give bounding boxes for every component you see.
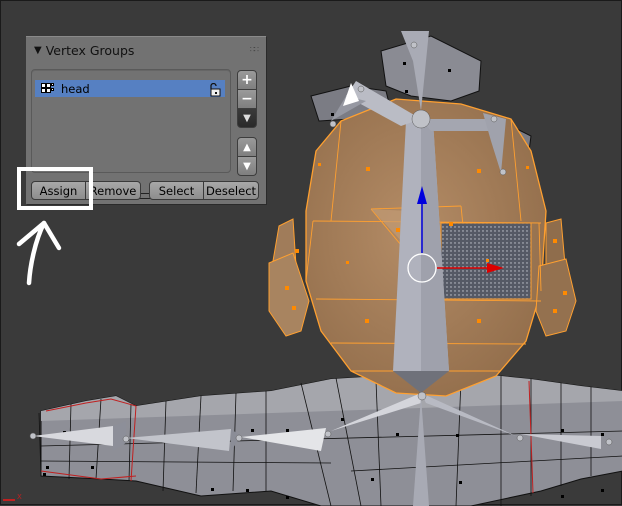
panel-title: Vertex Groups [45,42,135,58]
plus-icon: + [241,72,253,88]
remove-button[interactable]: Remove [85,181,141,200]
select-button[interactable]: Select [149,181,204,200]
select-deselect-group: Select Deselect [149,181,259,200]
3d-viewport[interactable]: X ▼ Vertex Groups ∷∷ head + − ▼ ▲ ▼ Assi… [0,0,622,506]
move-up-button[interactable]: ▲ [237,137,257,157]
drag-dots-icon[interactable]: ∷∷ [250,45,259,54]
vertex-group-icon [41,82,55,95]
axis-label-x: X [17,493,22,501]
move-down-icon: ▼ [243,160,251,172]
annotation-highlight-box [17,167,93,210]
list-item[interactable]: head [35,80,225,97]
panel-header[interactable]: ▼ Vertex Groups [34,41,134,59]
list-side-buttons: + − ▼ ▲ ▼ [237,70,257,176]
move-up-icon: ▲ [243,141,251,153]
move-down-button[interactable]: ▼ [237,157,257,176]
deselect-button[interactable]: Deselect [203,181,259,200]
vertex-group-list[interactable]: head + [31,69,231,200]
unlock-icon[interactable] [208,82,222,96]
triangle-down-icon[interactable]: ▼ [34,45,42,56]
remove-group-button[interactable]: − [237,90,257,109]
group-name[interactable]: head [61,82,208,96]
axis-indicator: X [3,493,22,501]
minus-icon: − [241,91,253,107]
add-group-button[interactable]: + [237,70,257,90]
specials-menu-button[interactable]: ▼ [237,109,257,128]
specials-menu-icon: ▼ [243,112,251,124]
